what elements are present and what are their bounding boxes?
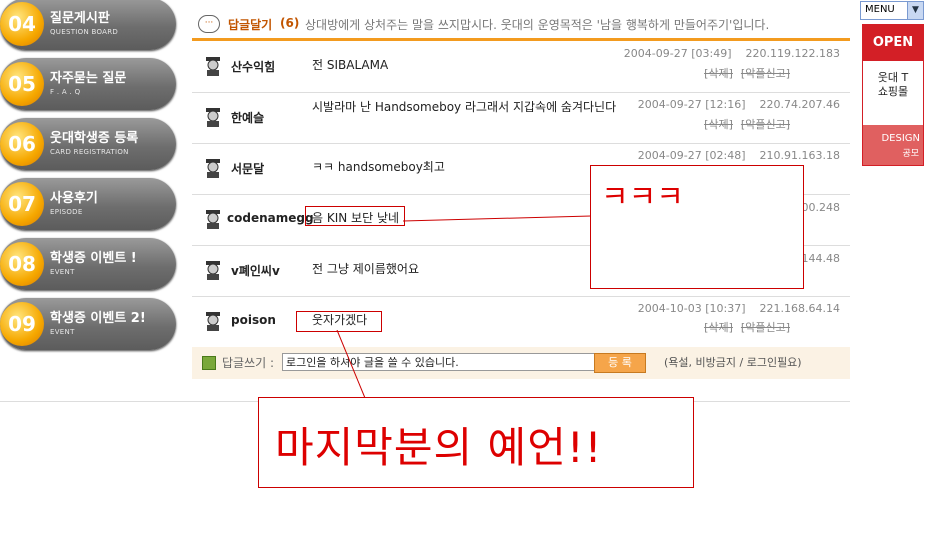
comment-meta: 2004-09-27 [03:49] 220.119.122.183 <box>624 47 840 60</box>
comments-count: (6) <box>280 16 300 30</box>
banner-line-2: 쇼핑몰 <box>877 85 909 98</box>
nav-title: 사용후기 <box>50 191 98 206</box>
comment-datetime: 2004-09-27 [12:16] <box>637 98 746 111</box>
delete-link[interactable]: [삭제] <box>704 118 733 131</box>
comment-text: 시발라마 난 Handsomeboy 라그래서 지갑속에 숨겨다닌다 <box>312 100 617 114</box>
report-link[interactable]: [악플신고] <box>741 321 790 334</box>
chevron-down-icon[interactable]: ▼ <box>907 2 923 19</box>
comment-actions: [삭제] [악플신고] <box>696 116 790 132</box>
comment-author[interactable]: poison <box>231 313 276 327</box>
comment-actions: [삭제] [악플신고] <box>696 319 790 335</box>
user-avatar-icon <box>206 210 220 229</box>
reply-label: 답글쓰기 : <box>222 356 275 370</box>
annotation-line <box>336 330 366 399</box>
menu-select-value: MENU <box>865 4 895 15</box>
comments-notice: 상대방에게 상처주는 말을 쓰지맙시다. 웃대의 운영목적은 '남을 행복하게 … <box>305 18 770 32</box>
nav-subtitle: EPISODE <box>50 208 83 216</box>
pencil-icon <box>202 356 216 370</box>
nav-subtitle: EVENT <box>50 328 75 336</box>
comment-datetime: 2004-09-27 [03:49] <box>623 47 732 60</box>
shop-banner[interactable]: OPEN 웃대 T 쇼핑몰 DESIGN 공모 <box>862 24 924 166</box>
nav-subtitle: F . A . Q <box>50 88 81 96</box>
comment-ip: 00.248 <box>801 201 841 214</box>
comment-author[interactable]: 한예슬 <box>231 109 264 126</box>
banner-small-label: 공모 <box>902 149 919 159</box>
nav-number: 04 <box>0 2 44 46</box>
comment-bubble-icon: ··· <box>198 15 220 33</box>
comment-author[interactable]: 산수익힘 <box>231 58 275 75</box>
user-avatar-icon <box>206 108 220 127</box>
comment-row: 한예슬 시발라마 난 Handsomeboy 라그래서 지갑속에 숨겨다닌다 2… <box>192 93 850 144</box>
report-link[interactable]: [악플신고] <box>741 118 790 131</box>
user-avatar-icon <box>206 57 220 76</box>
banner-line-1: 웃대 T <box>877 71 909 84</box>
comment-datetime: 2004-10-03 [10:37] <box>637 302 746 315</box>
nav-number: 07 <box>0 182 44 226</box>
comment-ip: 220.119.122.183 <box>745 47 840 60</box>
banner-design-label: DESIGN <box>881 133 920 144</box>
comment-text: ㅋㅋ handsomeboy최고 <box>312 160 445 174</box>
annotation-prophecy-text: 마지막분의 예언!! <box>275 423 603 472</box>
nav-subtitle: EVENT <box>50 268 75 276</box>
annotation-popup: ㅋㅋㅋ <box>590 165 804 289</box>
nav-title: 질문게시판 <box>50 11 110 26</box>
nav-event-2[interactable]: 09 학생증 이벤트 2! EVENT <box>0 298 176 350</box>
comment-datetime: 2004-09-27 [02:48] <box>637 149 746 162</box>
nav-number: 06 <box>0 122 44 166</box>
user-avatar-icon <box>206 159 220 178</box>
comment-author[interactable]: 서문달 <box>231 160 264 177</box>
nav-number: 05 <box>0 62 44 106</box>
comment-meta: 2004-09-27 [12:16] 220.74.207.46 <box>638 98 840 111</box>
nav-faq[interactable]: 05 자주묻는 질문 F . A . Q <box>0 58 176 110</box>
banner-design-area: DESIGN 공모 <box>863 125 923 165</box>
banner-shop-title: 웃대 T 쇼핑몰 <box>867 71 919 99</box>
annotation-prophecy-box: 마지막분의 예언!! <box>258 397 694 488</box>
comment-row: 산수익힘 전 SIBALAMA 2004-09-27 [03:49] 220.1… <box>192 42 850 93</box>
nav-title: 웃대학생증 등록 <box>50 131 139 146</box>
reply-input[interactable] <box>282 353 595 371</box>
annotation-box <box>305 206 405 226</box>
report-link[interactable]: [악플신고] <box>741 67 790 80</box>
nav-episode[interactable]: 07 사용후기 EPISODE <box>0 178 176 230</box>
comment-text: 전 그냥 제이름했어요 <box>312 262 419 276</box>
nav-number: 09 <box>0 302 44 346</box>
comment-author[interactable]: codenamegg <box>227 211 314 225</box>
comment-meta: 2004-09-27 [02:48] 210.91.163.18 <box>638 149 840 162</box>
header-divider <box>192 38 850 41</box>
delete-link[interactable]: [삭제] <box>704 67 733 80</box>
comment-row: poison 웃자가겠다 2004-10-03 [10:37] 221.168.… <box>192 297 850 346</box>
comment-ip: 144.48 <box>801 252 841 265</box>
nav-subtitle: QUESTION BOARD <box>50 28 119 36</box>
comment-meta: 2004-10-03 [10:37] 221.168.64.14 <box>638 302 840 315</box>
nav-event-1[interactable]: 08 학생증 이벤트 ! EVENT <box>0 238 176 290</box>
submit-button[interactable]: 등 록 <box>594 353 646 373</box>
banner-open-label: OPEN <box>863 25 923 61</box>
comment-ip: 221.168.64.14 <box>759 302 840 315</box>
user-avatar-icon <box>206 261 220 280</box>
nav-card-registration[interactable]: 06 웃대학생증 등록 CARD REGISTRATION <box>0 118 176 170</box>
user-avatar-icon <box>206 312 220 331</box>
reply-bar: 답글쓰기 : 등 록 (욕설, 비방금지 / 로그인필요) <box>192 347 850 379</box>
nav-title: 학생증 이벤트 2! <box>50 311 146 326</box>
delete-link[interactable]: [삭제] <box>704 321 733 334</box>
reply-note: (욕설, 비방금지 / 로그인필요) <box>664 356 802 369</box>
annotation-line <box>403 215 592 222</box>
comment-ip: 210.91.163.18 <box>759 149 840 162</box>
comment-ip: 220.74.207.46 <box>759 98 840 111</box>
annotation-kk-text: ㅋㅋㅋ <box>601 180 684 215</box>
nav-question-board[interactable]: 04 질문게시판 QUESTION BOARD <box>0 0 176 50</box>
nav-number: 08 <box>0 242 44 286</box>
comment-actions: [삭제] [악플신고] <box>696 65 790 81</box>
menu-select[interactable]: MENU ▼ <box>860 1 924 20</box>
annotation-box <box>296 311 382 332</box>
nav-title: 자주묻는 질문 <box>50 71 127 86</box>
comment-text: 전 SIBALAMA <box>312 58 389 72</box>
nav-subtitle: CARD REGISTRATION <box>50 148 129 156</box>
nav-title: 학생증 이벤트 ! <box>50 251 137 266</box>
comment-author[interactable]: v폐인씨v <box>231 262 280 279</box>
comments-title: 답글달기 <box>228 18 273 32</box>
